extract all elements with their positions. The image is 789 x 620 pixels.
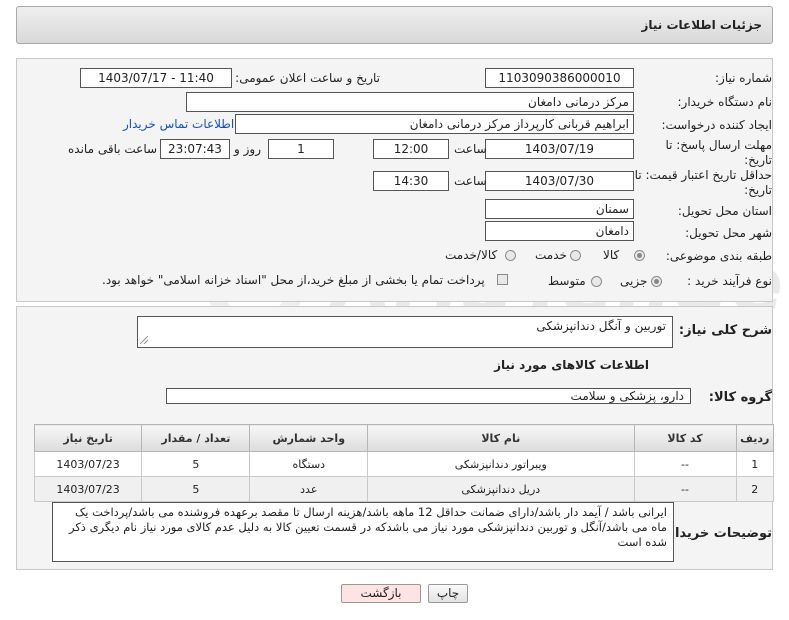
announce-field: 1403/07/17 - 11:40	[80, 68, 232, 88]
requester-field: ابراهیم قربانی کارپرداز مرکز درمانی دامغ…	[235, 114, 634, 134]
col-unit: واحد شمارش	[249, 424, 369, 452]
treasury-payment-note: پرداخت تمام یا بخشی از مبلغ خرید،از محل …	[102, 273, 485, 287]
goods-section-title: اطلاعات کالاهای مورد نیاز	[494, 358, 649, 372]
col-code: کد کالا	[633, 424, 737, 452]
treasury-payment-checkbox[interactable]	[497, 274, 508, 285]
item-quantity: 5	[141, 451, 251, 477]
process-label: نوع فرآیند خرید :	[687, 274, 772, 288]
deadline-time-field: 12:00	[373, 139, 449, 159]
item-date: 1403/07/23	[33, 451, 143, 477]
city-label: شهر محل تحویل:	[685, 226, 772, 240]
table-row: 1 -- ویبراتور دندانپزشکی دستگاه 5 1403/0…	[33, 451, 775, 477]
process-option-minor: جزیی	[620, 274, 648, 288]
requester-label: ایجاد کننده درخواست:	[661, 118, 772, 132]
deadline-label: مهلت ارسال پاسخ: تا تاریخ:	[665, 138, 772, 167]
category-option-goods-service: کالا/خدمت	[445, 248, 498, 262]
item-date: 1403/07/23	[33, 476, 143, 502]
goods-table: ردیف کد کالا نام کالا واحد شمارش تعداد /…	[33, 424, 775, 502]
row-number: 1	[735, 451, 775, 477]
page-header: جزئیات اطلاعات نیاز	[16, 6, 773, 44]
category-option-service: خدمت	[535, 248, 567, 262]
table-row: 2 -- دریل دندانپزشکی عدد 5 1403/07/23	[33, 476, 775, 502]
validity-time-label: ساعت	[454, 174, 487, 188]
validity-date-field: 1403/07/30	[485, 171, 634, 191]
deadline-time-label: ساعت	[454, 142, 487, 156]
back-button[interactable]: بازگشت	[341, 584, 421, 603]
row-number: 2	[735, 476, 775, 502]
city-field: دامغان	[485, 221, 634, 241]
description-label: شرح کلی نیاز:	[678, 323, 772, 338]
remaining-time-field: 23:07:43	[160, 139, 230, 159]
need-number-field: 1103090386000010	[485, 68, 634, 88]
goods-group-field: دارو، پزشکی و سلامت	[166, 388, 691, 404]
buyer-org-field: مرکز درمانی دامغان	[186, 92, 634, 112]
item-name: دریل دندانپزشکی	[367, 476, 635, 502]
validity-time-field: 14:30	[373, 171, 449, 191]
page-title: جزئیات اطلاعات نیاز	[641, 18, 762, 32]
item-quantity: 5	[141, 476, 251, 502]
item-code: --	[633, 476, 737, 502]
process-radio-medium[interactable]	[591, 276, 602, 287]
category-radio-goods-service[interactable]	[505, 250, 516, 261]
buyer-contact-link[interactable]: اطلاعات تماس خریدار	[123, 117, 234, 131]
col-date: تاریخ نیاز	[33, 424, 143, 452]
category-radio-service[interactable]	[570, 250, 581, 261]
category-label: طبقه بندی موضوعی:	[665, 249, 772, 263]
description-field: توربین و آنگل دندانپزشکی	[137, 316, 673, 348]
item-unit: دستگاه	[249, 451, 369, 477]
process-radio-minor[interactable]	[651, 276, 662, 287]
province-field: سمنان	[485, 199, 634, 219]
announce-label: تاریخ و ساعت اعلان عمومی:	[235, 71, 380, 85]
days-field: 1	[268, 139, 334, 159]
col-name: نام کالا	[367, 424, 635, 452]
need-number-label: شماره نیاز:	[715, 71, 772, 85]
col-row: ردیف	[735, 424, 775, 452]
print-button[interactable]: چاپ	[428, 584, 468, 603]
col-quantity: تعداد / مقدار	[141, 424, 251, 452]
validity-label: حداقل تاریخ اعتبار قیمت: تا تاریخ:	[634, 168, 772, 197]
goods-group-label: گروه کالا:	[708, 390, 772, 405]
buyer-notes-label: توضیحات خریدار:	[662, 526, 772, 541]
buyer-notes-field: ایرانی باشد / آیمد دار باشد/دارای ضمانت …	[52, 502, 674, 562]
deadline-date-field: 1403/07/19	[485, 139, 634, 159]
item-name: ویبراتور دندانپزشکی	[367, 451, 635, 477]
process-option-medium: متوسط	[548, 274, 586, 288]
buyer-org-label: نام دستگاه خریدار:	[677, 95, 773, 109]
days-label: روز و	[234, 142, 261, 156]
province-label: استان محل تحویل:	[677, 204, 772, 218]
category-radio-goods[interactable]	[634, 250, 645, 261]
description-resize-handle[interactable]	[140, 336, 148, 344]
category-option-goods: کالا	[603, 248, 620, 262]
remaining-label: ساعت باقی مانده	[68, 142, 158, 156]
item-code: --	[633, 451, 737, 477]
item-unit: عدد	[249, 476, 369, 502]
goods-table-header: ردیف کد کالا نام کالا واحد شمارش تعداد /…	[33, 424, 775, 452]
